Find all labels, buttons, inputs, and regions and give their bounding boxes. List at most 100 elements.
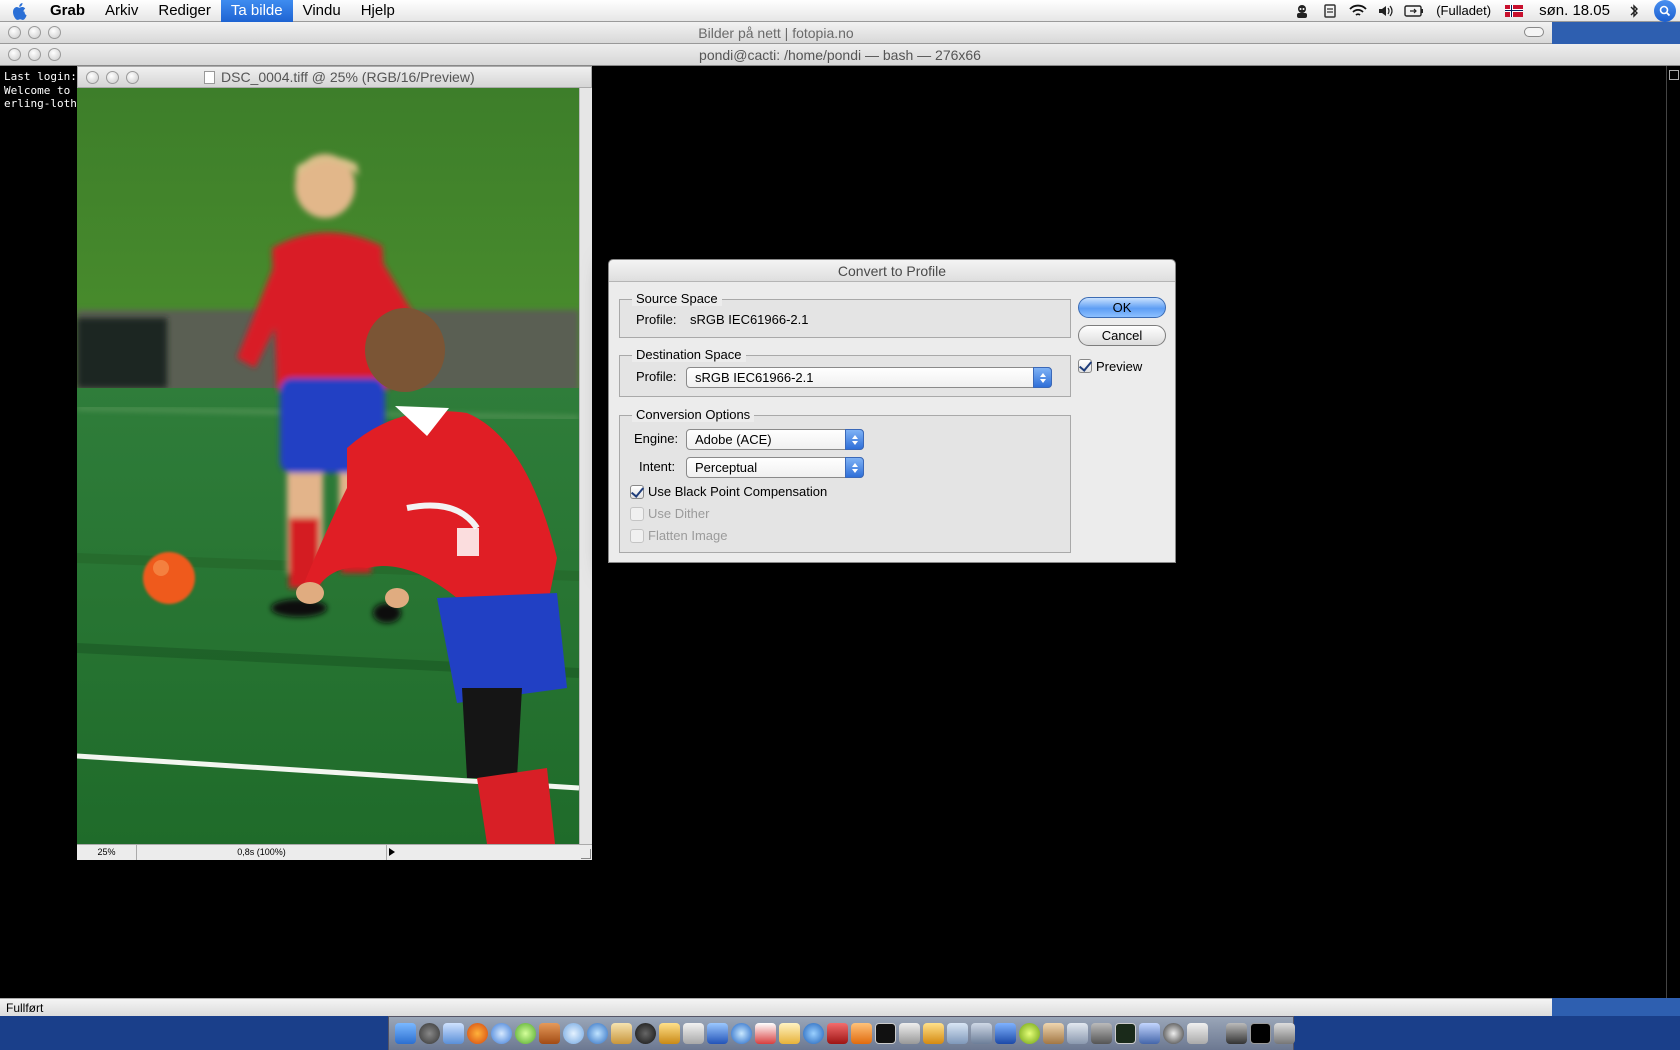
- dashboard-icon[interactable]: [419, 1023, 440, 1044]
- spotlight-icon[interactable]: [1654, 0, 1676, 22]
- document-title: DSC_0004.tiff @ 25% (RGB/16/Preview): [221, 69, 475, 85]
- acrobat-icon[interactable]: [827, 1023, 848, 1044]
- printer-icon[interactable]: [947, 1023, 968, 1044]
- transmit-icon[interactable]: [539, 1023, 560, 1044]
- camera-icon[interactable]: [1091, 1023, 1112, 1044]
- network-icon[interactable]: [971, 1023, 992, 1044]
- close-icon[interactable]: [8, 48, 21, 61]
- status-menu-arrow-icon[interactable]: [389, 848, 395, 856]
- intent-label: Intent:: [639, 459, 676, 474]
- browser-status-bar: Fullført: [0, 998, 1552, 1016]
- preview-checkbox[interactable]: [1078, 359, 1092, 373]
- image-canvas[interactable]: [77, 88, 579, 844]
- nx-client-icon[interactable]: [1163, 1023, 1184, 1044]
- intent-select[interactable]: Perceptual: [686, 457, 864, 478]
- menu-hjelp[interactable]: Hjelp: [351, 0, 405, 22]
- firefox-icon[interactable]: [467, 1023, 488, 1044]
- popup-arrows-icon: [845, 457, 864, 478]
- menu-vindu[interactable]: Vindu: [293, 0, 351, 22]
- destination-profile-select[interactable]: sRGB IEC61966-2.1: [686, 367, 1052, 388]
- document-titlebar[interactable]: DSC_0004.tiff @ 25% (RGB/16/Preview): [77, 66, 592, 88]
- safari-icon[interactable]: [491, 1023, 512, 1044]
- zoom-icon[interactable]: [48, 26, 61, 39]
- browser-window-title: Bilder på nett | fotopia.no: [698, 25, 854, 41]
- menu-clock[interactable]: søn. 18.05: [1529, 2, 1620, 19]
- popup-arrows-icon: [1033, 367, 1052, 388]
- minimize-icon[interactable]: [106, 71, 119, 84]
- zoom-icon[interactable]: [48, 48, 61, 61]
- word-icon[interactable]: [995, 1023, 1016, 1044]
- minimize-icon[interactable]: [28, 26, 41, 39]
- iphoto-icon[interactable]: [659, 1023, 680, 1044]
- minimize-icon[interactable]: [28, 48, 41, 61]
- document-scrollbar[interactable]: [579, 88, 592, 844]
- menu-arkiv[interactable]: Arkiv: [95, 0, 148, 22]
- conversion-options-group: Conversion Options Engine: Adobe (ACE) I…: [619, 407, 1071, 553]
- menu-app-grab[interactable]: Grab: [40, 0, 95, 22]
- close-icon[interactable]: [86, 71, 99, 84]
- itunes-icon[interactable]: [587, 1023, 608, 1044]
- address-book-icon[interactable]: [611, 1023, 632, 1044]
- dvd-player-icon[interactable]: [635, 1023, 656, 1044]
- vlc-icon[interactable]: [851, 1023, 872, 1044]
- zoom-field[interactable]: 25%: [77, 845, 137, 860]
- black-point-label[interactable]: Use Black Point Compensation: [648, 484, 827, 499]
- dither-checkbox[interactable]: [630, 507, 644, 521]
- preview-label[interactable]: Preview: [1096, 359, 1142, 374]
- menu-rediger[interactable]: Rediger: [148, 0, 221, 22]
- mail-icon[interactable]: [563, 1023, 584, 1044]
- resize-grip-icon[interactable]: [581, 849, 591, 859]
- adium-icon[interactable]: [515, 1023, 536, 1044]
- minimized-window-icon[interactable]: [1226, 1023, 1247, 1044]
- minimized-terminal-icon[interactable]: [1250, 1023, 1271, 1044]
- terminal-icon[interactable]: [875, 1023, 896, 1044]
- menu-ta-bilde[interactable]: Ta bilde: [220, 0, 293, 22]
- trash-icon[interactable]: [1274, 1023, 1295, 1044]
- cancel-button[interactable]: Cancel: [1078, 325, 1166, 346]
- wifi-icon[interactable]: [1344, 0, 1372, 22]
- convert-to-profile-dialog: Convert to Profile Source Space Profile:…: [608, 259, 1176, 563]
- preview-app-icon[interactable]: [443, 1023, 464, 1044]
- bluetooth-app-icon[interactable]: [1139, 1023, 1160, 1044]
- flatten-label[interactable]: Flatten Image: [648, 528, 728, 543]
- volume-icon[interactable]: [1372, 0, 1400, 22]
- bluetooth-icon[interactable]: [1620, 0, 1648, 22]
- close-icon[interactable]: [8, 26, 21, 39]
- toolbar-toggle-button[interactable]: [1524, 27, 1544, 37]
- spy-icon[interactable]: [1288, 0, 1316, 22]
- flag-icon[interactable]: [1505, 4, 1524, 17]
- soccer-photo: [77, 88, 579, 844]
- keychain-icon[interactable]: [899, 1023, 920, 1044]
- idvd-icon[interactable]: [731, 1023, 752, 1044]
- grab-app-icon[interactable]: [1187, 1023, 1208, 1044]
- engine-value: Adobe (ACE): [695, 432, 772, 447]
- textedit-icon[interactable]: [683, 1023, 704, 1044]
- engine-select[interactable]: Adobe (ACE): [686, 429, 864, 450]
- system-preferences-icon[interactable]: [803, 1023, 824, 1044]
- browser-window-titlebar[interactable]: Bilder på nett | fotopia.no: [0, 22, 1552, 44]
- zoom-icon[interactable]: [126, 71, 139, 84]
- terminal-scrollbar[interactable]: [1666, 66, 1680, 998]
- capture-icon[interactable]: [1067, 1023, 1088, 1044]
- black-point-checkbox[interactable]: [630, 485, 644, 499]
- activity-monitor-icon[interactable]: [1115, 1023, 1136, 1044]
- finder-icon[interactable]: [395, 1023, 416, 1044]
- terminal-window-titlebar[interactable]: pondi@cacti: /home/pondi — bash — 276x66: [0, 44, 1680, 66]
- dither-label[interactable]: Use Dither: [648, 506, 709, 521]
- battery-icon[interactable]: [1400, 0, 1428, 22]
- flatten-checkbox[interactable]: [630, 529, 644, 543]
- resize-icon[interactable]: [1669, 70, 1679, 80]
- photoshop-document-window: DSC_0004.tiff @ 25% (RGB/16/Preview) 25%…: [77, 66, 592, 860]
- photoshop-icon[interactable]: [923, 1023, 944, 1044]
- imovie-icon[interactable]: [707, 1023, 728, 1044]
- ical-icon[interactable]: [755, 1023, 776, 1044]
- growl-icon[interactable]: [1019, 1023, 1040, 1044]
- stickies-icon[interactable]: [779, 1023, 800, 1044]
- document-proxy-icon[interactable]: [204, 71, 215, 84]
- sync-icon[interactable]: [1316, 0, 1344, 22]
- document-info: 0,8s (100%): [137, 845, 387, 860]
- destination-space-group: Destination Space Profile: sRGB IEC61966…: [619, 347, 1071, 397]
- utility-icon[interactable]: [1043, 1023, 1064, 1044]
- apple-menu-icon[interactable]: [0, 0, 40, 22]
- ok-button[interactable]: OK: [1078, 297, 1166, 318]
